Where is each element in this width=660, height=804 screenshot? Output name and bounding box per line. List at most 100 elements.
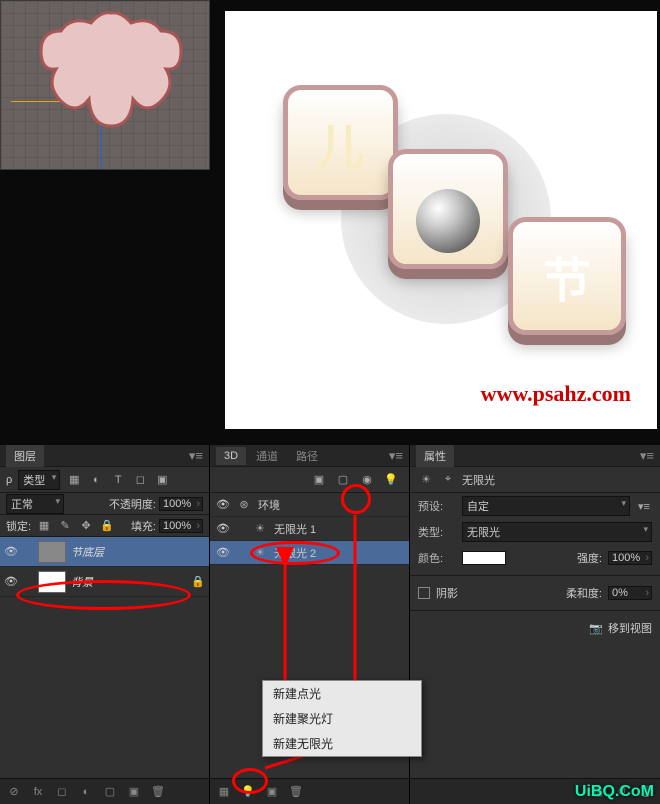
menu-new-point-light[interactable]: 新建点光 bbox=[263, 681, 421, 706]
preset-row: 预设: 自定 ▾≡ bbox=[410, 493, 660, 519]
visibility-icon[interactable]: 👁 bbox=[216, 546, 230, 559]
coords-icon[interactable]: ⌖ bbox=[440, 472, 456, 488]
trash-icon[interactable]: 🗑 bbox=[150, 784, 166, 800]
fx-icon[interactable]: fx bbox=[30, 784, 46, 800]
filter-pixel-icon[interactable]: ▦ bbox=[66, 472, 82, 488]
tab-layers[interactable]: 图层 bbox=[6, 445, 44, 467]
lock-pos-icon[interactable]: ✥ bbox=[78, 518, 94, 534]
bottom-watermark: UiBQ.CoM bbox=[575, 783, 654, 801]
separator bbox=[410, 575, 660, 576]
tab-3d[interactable]: 3D bbox=[216, 447, 246, 465]
visibility-icon[interactable]: 👁 bbox=[216, 522, 230, 535]
light-widget-sphere[interactable] bbox=[416, 189, 480, 253]
fill-input[interactable]: 100% bbox=[159, 519, 203, 533]
preset-label: 预设: bbox=[418, 498, 456, 514]
blend-row: 正常 不透明度: 100% bbox=[0, 493, 209, 515]
mask-icon[interactable]: ◻ bbox=[54, 784, 70, 800]
layer-item[interactable]: 👁 背景 🔒 bbox=[0, 567, 209, 597]
render-canvas: 儿 童 节 www.psahz.com bbox=[233, 19, 649, 421]
grid-thumbnail[interactable] bbox=[0, 0, 210, 170]
lock-trans-icon[interactable]: ▦ bbox=[36, 518, 52, 534]
render-icon[interactable]: ▦ bbox=[216, 784, 232, 800]
lock-paint-icon[interactable]: ✎ bbox=[57, 518, 73, 534]
group-icon[interactable]: ▢ bbox=[102, 784, 118, 800]
filter-light-icon[interactable]: 💡 bbox=[383, 472, 399, 488]
color-swatch[interactable] bbox=[462, 551, 506, 565]
color-label: 颜色: bbox=[418, 550, 456, 566]
tab-channels[interactable]: 通道 bbox=[248, 445, 286, 467]
filter-smart-icon[interactable]: ▣ bbox=[154, 472, 170, 488]
lock-label: 锁定: bbox=[6, 518, 31, 534]
layer-thumb bbox=[38, 571, 66, 593]
layer-item[interactable]: 👁 节底层 bbox=[0, 537, 209, 567]
fill-label: 填充: bbox=[131, 518, 156, 534]
3d-item-label: 无限光 2 bbox=[274, 545, 316, 561]
new-layer-icon[interactable]: ▣ bbox=[126, 784, 142, 800]
3d-filter-row: ▣ ▢ ◉ 💡 bbox=[210, 467, 409, 493]
layer-name[interactable]: 背景 bbox=[71, 574, 186, 590]
3d-item-label: 环境 bbox=[258, 497, 280, 513]
shadow-checkbox[interactable] bbox=[418, 587, 430, 599]
sun-icon: ☀ bbox=[252, 545, 268, 561]
3d-item-light-1[interactable]: 👁 ☀ 无限光 1 bbox=[210, 517, 409, 541]
filter-shape-icon[interactable]: ◻ bbox=[132, 472, 148, 488]
thumb-shape bbox=[31, 11, 191, 151]
blend-mode-dropdown[interactable]: 正常 bbox=[6, 494, 64, 514]
render-viewport[interactable]: 儿 童 节 www.psahz.com bbox=[225, 11, 657, 429]
3d-item-label: 无限光 1 bbox=[274, 521, 316, 537]
menu-new-infinite-light[interactable]: 新建无限光 bbox=[263, 731, 421, 756]
softness-input[interactable]: 0% bbox=[608, 586, 652, 600]
separator bbox=[410, 610, 660, 611]
preset-dropdown[interactable]: 自定 bbox=[462, 496, 630, 516]
visibility-icon[interactable]: 👁 bbox=[4, 545, 18, 558]
link-icon[interactable]: ⊘ bbox=[6, 784, 22, 800]
type-dropdown[interactable]: 无限光 bbox=[462, 522, 652, 542]
filter-label: ρ bbox=[6, 474, 12, 486]
camera-icon: 📷 bbox=[589, 622, 603, 635]
3d-item-light-2[interactable]: 👁 ☀ 无限光 2 bbox=[210, 541, 409, 565]
preset-menu-icon[interactable]: ▾≡ bbox=[636, 498, 652, 514]
menu-new-spot-light[interactable]: 新建聚光灯 bbox=[263, 706, 421, 731]
intensity-label: 强度: bbox=[577, 550, 602, 566]
filter-adjust-icon[interactable]: ◐ bbox=[88, 472, 104, 488]
adjust-icon[interactable]: ◐ bbox=[78, 784, 94, 800]
filter-type-icon[interactable]: T bbox=[110, 472, 126, 488]
tab-properties[interactable]: 属性 bbox=[416, 445, 454, 467]
opacity-input[interactable]: 100% bbox=[159, 497, 203, 511]
tab-paths[interactable]: 路径 bbox=[288, 445, 326, 467]
sun-icon: ☀ bbox=[418, 472, 434, 488]
new-item-icon[interactable]: ▣ bbox=[264, 784, 280, 800]
layers-tabs: 图层 ▾≡ bbox=[0, 445, 209, 467]
lock-all-icon[interactable]: 🔒 bbox=[99, 518, 115, 534]
visibility-icon[interactable]: 👁 bbox=[4, 575, 18, 588]
filter-dropdown[interactable]: 类型 bbox=[18, 470, 60, 490]
3d-footer: ▦ 💡 ▣ 🗑 bbox=[210, 778, 409, 804]
panel-menu-icon[interactable]: ▾≡ bbox=[389, 448, 403, 464]
watermark: www.psahz.com bbox=[481, 381, 631, 407]
lock-icon: 🔒 bbox=[191, 575, 205, 588]
visibility-icon[interactable]: 👁 bbox=[216, 498, 230, 511]
3d-item-environment[interactable]: 👁 ⊛ 环境 bbox=[210, 493, 409, 517]
filter-scene-icon[interactable]: ▣ bbox=[311, 472, 327, 488]
type-row: 类型: 无限光 bbox=[410, 519, 660, 545]
panel-menu-icon[interactable]: ▾≡ bbox=[640, 448, 654, 464]
new-light-icon[interactable]: 💡 bbox=[240, 784, 256, 800]
3d-panel: 3D 通道 路径 ▾≡ ▣ ▢ ◉ 💡 👁 ⊛ 环境 👁 ☀ 无限光 1 👁 ☀… bbox=[210, 445, 410, 804]
globe-icon: ⊛ bbox=[236, 497, 252, 513]
color-row: 颜色: 强度: 100% bbox=[410, 545, 660, 571]
softness-label: 柔和度: bbox=[566, 585, 602, 601]
preview-area: 儿 童 节 www.psahz.com bbox=[0, 0, 660, 445]
panel-menu-icon[interactable]: ▾≡ bbox=[189, 448, 203, 464]
lock-row: 锁定: ▦ ✎ ✥ 🔒 填充: 100% bbox=[0, 515, 209, 537]
trash-icon[interactable]: 🗑 bbox=[288, 784, 304, 800]
layers-footer: ⊘ fx ◻ ◐ ▢ ▣ 🗑 bbox=[0, 778, 209, 804]
shadow-label: 阴影 bbox=[436, 585, 458, 601]
filter-material-icon[interactable]: ◉ bbox=[359, 472, 375, 488]
move-to-view-button[interactable]: 📷 移到视图 bbox=[589, 620, 652, 636]
layer-name[interactable]: 节底层 bbox=[71, 544, 205, 560]
filter-mesh-icon[interactable]: ▢ bbox=[335, 472, 351, 488]
props-title: 无限光 bbox=[462, 472, 495, 488]
glyph-1: 儿 bbox=[283, 85, 398, 200]
intensity-input[interactable]: 100% bbox=[608, 551, 652, 565]
shadow-row: 阴影 柔和度: 0% bbox=[410, 580, 660, 606]
